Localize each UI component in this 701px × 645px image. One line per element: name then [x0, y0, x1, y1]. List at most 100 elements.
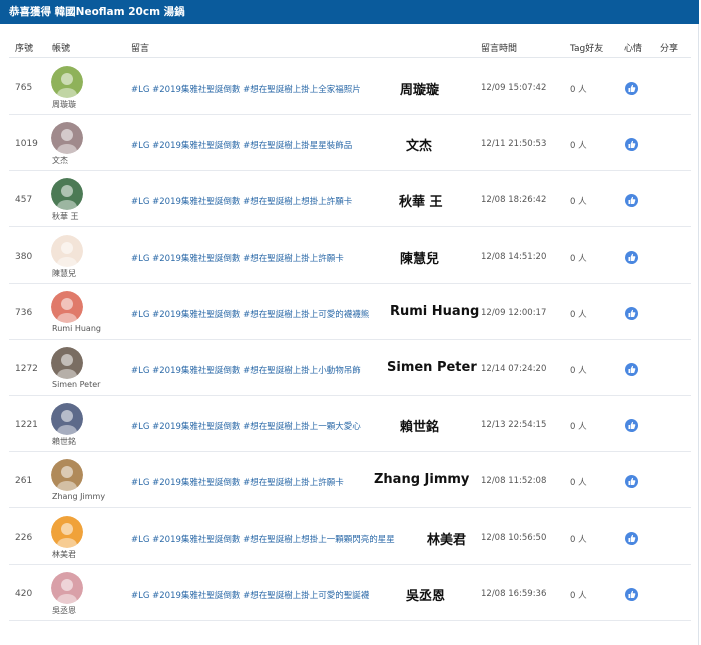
avatar[interactable]: [51, 347, 83, 379]
user-name[interactable]: 陳慧兒: [52, 268, 76, 279]
winner-name-overlay: 賴世銘: [400, 420, 440, 436]
user-name[interactable]: 賴世銘: [52, 436, 76, 447]
panel-title: 恭喜獲得 韓國Neoflam 20cm 湯鍋: [0, 0, 699, 24]
row-id: 380: [15, 251, 33, 262]
winner-name-overlay: Zhang Jimmy: [374, 472, 470, 488]
avatar-head: [61, 297, 73, 310]
avatar[interactable]: [51, 403, 83, 436]
avatar-head: [61, 410, 73, 423]
avatar-image: [51, 122, 83, 155]
comment-text[interactable]: #LG #2019集雅社聖誕倒數 #想在聖誕樹上想掛上許願卡: [131, 195, 352, 207]
table-row: 457 秋華 王 #LG #2019集雅社聖誕倒數 #想在聖誕樹上想掛上許願卡 秋華 …: [9, 171, 691, 228]
avatar-image: [51, 66, 83, 98]
tag-count: 0 人: [570, 197, 587, 208]
tag-count: 0 人: [570, 422, 587, 433]
row-id: 1019: [15, 139, 38, 150]
avatar-head: [61, 241, 73, 254]
tag-count: 0 人: [570, 478, 587, 489]
avatar-head: [61, 354, 73, 366]
row-id: 261: [15, 476, 33, 487]
like-icon[interactable]: [625, 419, 638, 433]
user-name[interactable]: Simen Peter: [52, 380, 100, 389]
comment-time: 12/08 16:59:36: [481, 588, 547, 599]
comment-text[interactable]: #LG #2019集雅社聖誕倒數 #想在聖誕樹上掛星星裝飾品: [131, 139, 352, 151]
winner-name-overlay: 吳丞恩: [406, 588, 446, 604]
comment-text[interactable]: #LG #2019集雅社聖誕倒數 #想在聖誕樹上掛上一顆大愛心: [131, 420, 361, 432]
like-icon[interactable]: [625, 306, 638, 320]
avatar[interactable]: [51, 459, 83, 492]
row-id: 1221: [15, 420, 38, 431]
tag-count: 0 人: [570, 141, 587, 152]
user-name[interactable]: 林美君: [52, 549, 76, 560]
thumbs-up-icon: [628, 141, 636, 149]
avatar-image: [51, 347, 83, 379]
avatar-head: [61, 129, 73, 142]
avatar-head: [61, 578, 73, 591]
thumbs-up-icon: [628, 365, 636, 373]
avatar-image: [51, 515, 83, 548]
comment-text[interactable]: #LG #2019集雅社聖誕倒數 #想在聖誕樹上想掛上一顆顆閃亮的星星: [131, 533, 395, 545]
like-icon[interactable]: [625, 82, 638, 95]
comment-time: 12/13 22:54:15: [481, 420, 547, 431]
avatar-head: [61, 73, 73, 85]
table-header: 序號 帳號 留言 留言時間 Tag好友 心情 分享: [9, 36, 691, 58]
avatar[interactable]: [51, 290, 83, 323]
like-icon[interactable]: [625, 194, 638, 208]
avatar-image: [51, 178, 83, 211]
avatar[interactable]: [51, 571, 83, 604]
tag-count: 0 人: [570, 366, 587, 376]
user-name[interactable]: 吳丞恩: [52, 605, 76, 616]
like-icon[interactable]: [625, 587, 638, 601]
comment-time: 12/08 10:56:50: [481, 532, 547, 543]
comment-text[interactable]: #LG #2019集雅社聖誕倒數 #想在聖誕樹上掛上許願卡: [131, 476, 344, 488]
avatar[interactable]: [51, 178, 83, 211]
table-row: 380 陳慧兒 #LG #2019集雅社聖誕倒數 #想在聖誕樹上掛上許願卡 陳慧兒 12…: [9, 228, 691, 284]
like-icon[interactable]: [625, 250, 638, 264]
comment-text[interactable]: #LG #2019集雅社聖誕倒數 #想在聖誕樹上掛上可愛的襪襪熊: [131, 308, 369, 320]
winner-name-overlay: 文杰: [406, 139, 433, 155]
avatar-head: [61, 522, 73, 535]
user-name[interactable]: Zhang Jimmy: [52, 492, 105, 501]
col-tag: Tag好友: [570, 44, 604, 54]
avatar[interactable]: [51, 66, 83, 98]
avatar-image: [51, 571, 83, 604]
col-mood: 心情: [624, 44, 643, 54]
winner-name-overlay: 周璇璇: [400, 83, 440, 98]
tag-count: 0 人: [570, 253, 587, 264]
thumbs-up-icon: [628, 478, 636, 486]
tag-count: 0 人: [570, 85, 587, 95]
avatar[interactable]: [51, 515, 83, 548]
avatar[interactable]: [51, 122, 83, 155]
user-name[interactable]: 秋華 王: [52, 211, 79, 222]
avatar-image: [51, 234, 83, 267]
thumbs-up-icon: [628, 309, 636, 317]
avatar[interactable]: [51, 234, 83, 267]
comment-text[interactable]: #LG #2019集雅社聖誕倒數 #想在聖誕樹上掛上小動物吊飾: [131, 364, 361, 376]
row-id: 457: [15, 195, 33, 206]
user-name[interactable]: Rumi Huang: [52, 324, 101, 333]
comment-text[interactable]: #LG #2019集雅社聖誕倒數 #想在聖誕樹上掛上可愛的聖誕襪: [131, 589, 369, 601]
comment-text[interactable]: #LG #2019集雅社聖誕倒數 #想在聖誕樹上掛上全家福照片: [131, 83, 361, 95]
row-id: 736: [15, 307, 33, 318]
comment-time: 12/14 07:24:20: [481, 364, 547, 374]
table-row: 261 Zhang Jimmy #LG #2019集雅社聖誕倒數 #想在聖誕樹上掛上…: [9, 452, 691, 509]
winner-name-overlay: Rumi Huang: [390, 303, 480, 319]
like-icon[interactable]: [625, 363, 638, 376]
user-name[interactable]: 文杰: [52, 155, 68, 166]
like-icon[interactable]: [625, 138, 638, 152]
comment-text[interactable]: #LG #2019集雅社聖誕倒數 #想在聖誕樹上掛上許願卡: [131, 252, 344, 264]
row-id: 1272: [15, 364, 38, 374]
user-name[interactable]: 周璇璇: [52, 99, 76, 110]
thumbs-up-icon: [628, 84, 636, 92]
col-share: 分享: [660, 44, 679, 54]
table-row: 226 林美君 #LG #2019集雅社聖誕倒數 #想在聖誕樹上想掛上一顆顆閃亮的星…: [9, 509, 691, 565]
table-row: 420 吳丞恩 #LG #2019集雅社聖誕倒數 #想在聖誕樹上掛上可愛的聖誕襪 吳丞…: [9, 565, 691, 621]
col-account: 帳號: [52, 44, 71, 54]
col-message: 留言: [131, 44, 150, 54]
thumbs-up-icon: [628, 422, 636, 430]
avatar-image: [51, 459, 83, 492]
comment-time: 12/09 12:00:17: [481, 307, 547, 318]
like-icon[interactable]: [625, 531, 638, 545]
winner-name-overlay: 秋華 王: [399, 195, 443, 211]
like-icon[interactable]: [625, 475, 638, 489]
